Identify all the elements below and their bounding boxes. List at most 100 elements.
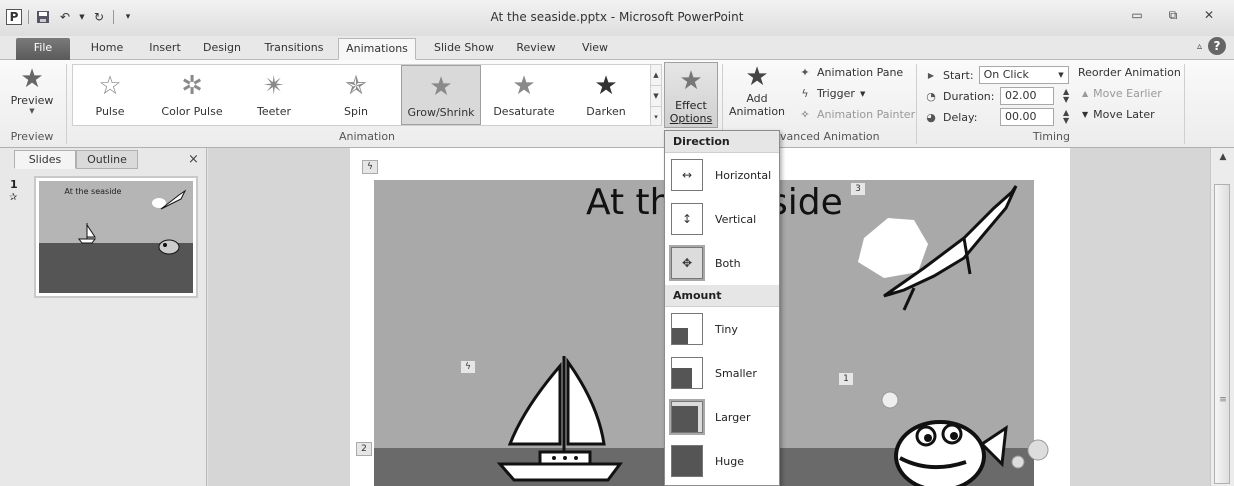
vertical-scrollbar[interactable]: ▲ ≡: [1210, 148, 1234, 486]
slide-thumbnail[interactable]: At the seaside: [34, 176, 198, 298]
menu-item-smaller[interactable]: Smaller: [665, 351, 779, 395]
spin-icon: ✯: [345, 71, 367, 101]
animation-tag[interactable]: 2: [356, 442, 372, 456]
tab-animations[interactable]: Animations: [338, 38, 416, 60]
slides-pane: Slides Outline × 1 ✰ At the seaside: [0, 148, 207, 486]
seagull-image[interactable]: [844, 178, 1044, 318]
sailboat-image[interactable]: [480, 352, 640, 486]
gallery-more-icon[interactable]: ▾: [651, 107, 661, 127]
duration-icon: ◔: [926, 89, 936, 103]
menu-item-huge[interactable]: Huge: [665, 439, 779, 483]
gallery-item-pulse[interactable]: ☆ Pulse: [73, 65, 147, 125]
start-select[interactable]: On Click ▼: [978, 66, 1069, 84]
trigger-marker-icon[interactable]: ϟ: [460, 360, 476, 374]
pane-close-icon[interactable]: ×: [188, 152, 199, 167]
animation-painter-button[interactable]: ✧ Animation Painter: [798, 108, 915, 121]
scrollbar-grip-icon: ≡: [1219, 395, 1227, 405]
menu-item-label: Tiny: [715, 322, 738, 336]
animation-gallery: ☆ Pulse ✲ Color Pulse ✴ Teeter ✯ Spin ★ Grow/…: [72, 64, 652, 126]
group-label-preview: Preview: [10, 130, 54, 143]
menu-item-label: Both: [715, 256, 741, 270]
tab-design[interactable]: Design: [196, 38, 248, 60]
tab-home[interactable]: Home: [82, 38, 132, 60]
effect-options-label-2: Options: [669, 112, 713, 125]
trigger-marker-icon[interactable]: ϟ: [362, 160, 378, 174]
tab-review[interactable]: Review: [510, 38, 562, 60]
duration-row: ◔ Duration: 02.00 ▲ ▼: [924, 87, 1069, 105]
smaller-icon: [671, 357, 703, 389]
duration-input[interactable]: 02.00: [1000, 87, 1054, 105]
window-controls: ▭ ⧉ ✕: [1128, 8, 1218, 23]
gallery-item-grow-shrink[interactable]: ★ Grow/Shrink: [401, 65, 481, 125]
gallery-item-label: Grow/Shrink: [407, 106, 475, 119]
restore-icon[interactable]: ⧉: [1164, 8, 1182, 23]
menu-item-both[interactable]: ✥ Both: [665, 241, 779, 285]
thumbnail-fish-icon: [158, 239, 180, 255]
menu-item-horizontal[interactable]: ↔ Horizontal: [665, 153, 779, 197]
add-animation-button[interactable]: ★ Add Animation: [728, 62, 786, 118]
group-label-animation: Animation: [338, 130, 396, 143]
delay-spinner[interactable]: ▲ ▼: [1063, 109, 1069, 125]
group-separator: [1184, 64, 1185, 144]
preview-button[interactable]: ★ Preview ▼: [4, 64, 60, 115]
trigger-icon: ϟ: [801, 87, 809, 100]
fish-image[interactable]: [870, 384, 1050, 486]
gallery-item-label: Spin: [344, 105, 368, 118]
effect-options-label-1: Effect: [675, 99, 707, 112]
both-icon: ✥: [669, 245, 705, 281]
gallery-item-teeter[interactable]: ✴ Teeter: [237, 65, 311, 125]
trigger-label: Trigger: [817, 87, 855, 100]
effect-options-button[interactable]: ★ Effect Options: [664, 62, 718, 128]
duration-spinner[interactable]: ▲ ▼: [1063, 88, 1069, 104]
group-separator: [66, 64, 67, 144]
animation-tag[interactable]: 1: [838, 372, 854, 386]
minimize-ribbon-icon[interactable]: ▵: [1197, 41, 1202, 52]
darken-icon: ★: [594, 71, 618, 101]
menu-item-tiny[interactable]: Tiny: [665, 307, 779, 351]
animation-painter-label: Animation Painter: [817, 108, 916, 121]
animation-pane-button[interactable]: ✦ Animation Pane: [798, 66, 903, 79]
close-icon[interactable]: ✕: [1200, 8, 1218, 23]
scroll-up-icon[interactable]: ▲: [1211, 152, 1234, 162]
gallery-item-spin[interactable]: ✯ Spin: [319, 65, 393, 125]
menu-item-vertical[interactable]: ↕ Vertical: [665, 197, 779, 241]
delay-input[interactable]: 00.00: [1000, 108, 1054, 126]
help-icon[interactable]: ?: [1208, 37, 1226, 55]
tab-outline[interactable]: Outline: [76, 150, 138, 169]
menu-item-label: Larger: [715, 410, 751, 424]
ribbon-tabs: File Home Insert Design Transitions Anim…: [0, 36, 1234, 60]
tab-slides[interactable]: Slides: [14, 150, 76, 169]
add-animation-icon: ★: [745, 62, 769, 92]
gallery-item-desaturate[interactable]: ★ Desaturate: [487, 65, 561, 125]
help-area: ▵ ?: [1197, 37, 1226, 55]
tiny-icon: [671, 313, 703, 345]
move-later-button[interactable]: ▼ Move Later: [1082, 108, 1155, 121]
menu-item-larger[interactable]: Larger: [665, 395, 779, 439]
animation-painter-icon: ✧: [800, 108, 810, 121]
trigger-button[interactable]: ϟ Trigger ▼: [798, 87, 865, 100]
start-dropdown-icon: ▼: [1058, 71, 1064, 79]
thumbnail-title: At the seaside: [64, 187, 122, 196]
tab-insert[interactable]: Insert: [140, 38, 190, 60]
tab-transitions[interactable]: Transitions: [258, 38, 330, 60]
move-earlier-button[interactable]: ▲ Move Earlier: [1082, 87, 1162, 100]
slide-number: 1: [10, 178, 18, 191]
gallery-item-label: Darken: [586, 105, 626, 118]
minimize-icon[interactable]: ▭: [1128, 8, 1146, 23]
pulse-icon: ☆: [98, 71, 122, 101]
gallery-item-color-pulse[interactable]: ✲ Color Pulse: [155, 65, 229, 125]
reorder-heading: Reorder Animation: [1078, 66, 1181, 79]
scrollbar-thumb[interactable]: ≡: [1214, 184, 1230, 484]
group-separator: [916, 64, 917, 144]
gallery-scroll-up-icon[interactable]: ▲: [651, 65, 661, 86]
gallery-scroll-down-icon[interactable]: ▼: [651, 86, 661, 107]
effect-options-menu: Direction ↔ Horizontal ↕ Vertical ✥ Both…: [664, 130, 780, 486]
preview-dropdown-icon[interactable]: ▼: [4, 107, 60, 115]
horizontal-icon: ↔: [671, 159, 703, 191]
gallery-item-darken[interactable]: ★ Darken: [569, 65, 643, 125]
thumbnail-boat-icon: [78, 223, 96, 244]
tab-view[interactable]: View: [570, 38, 620, 60]
tab-slide-show[interactable]: Slide Show: [428, 38, 500, 60]
gallery-item-label: Color Pulse: [161, 105, 223, 118]
tab-file[interactable]: File: [16, 38, 70, 60]
